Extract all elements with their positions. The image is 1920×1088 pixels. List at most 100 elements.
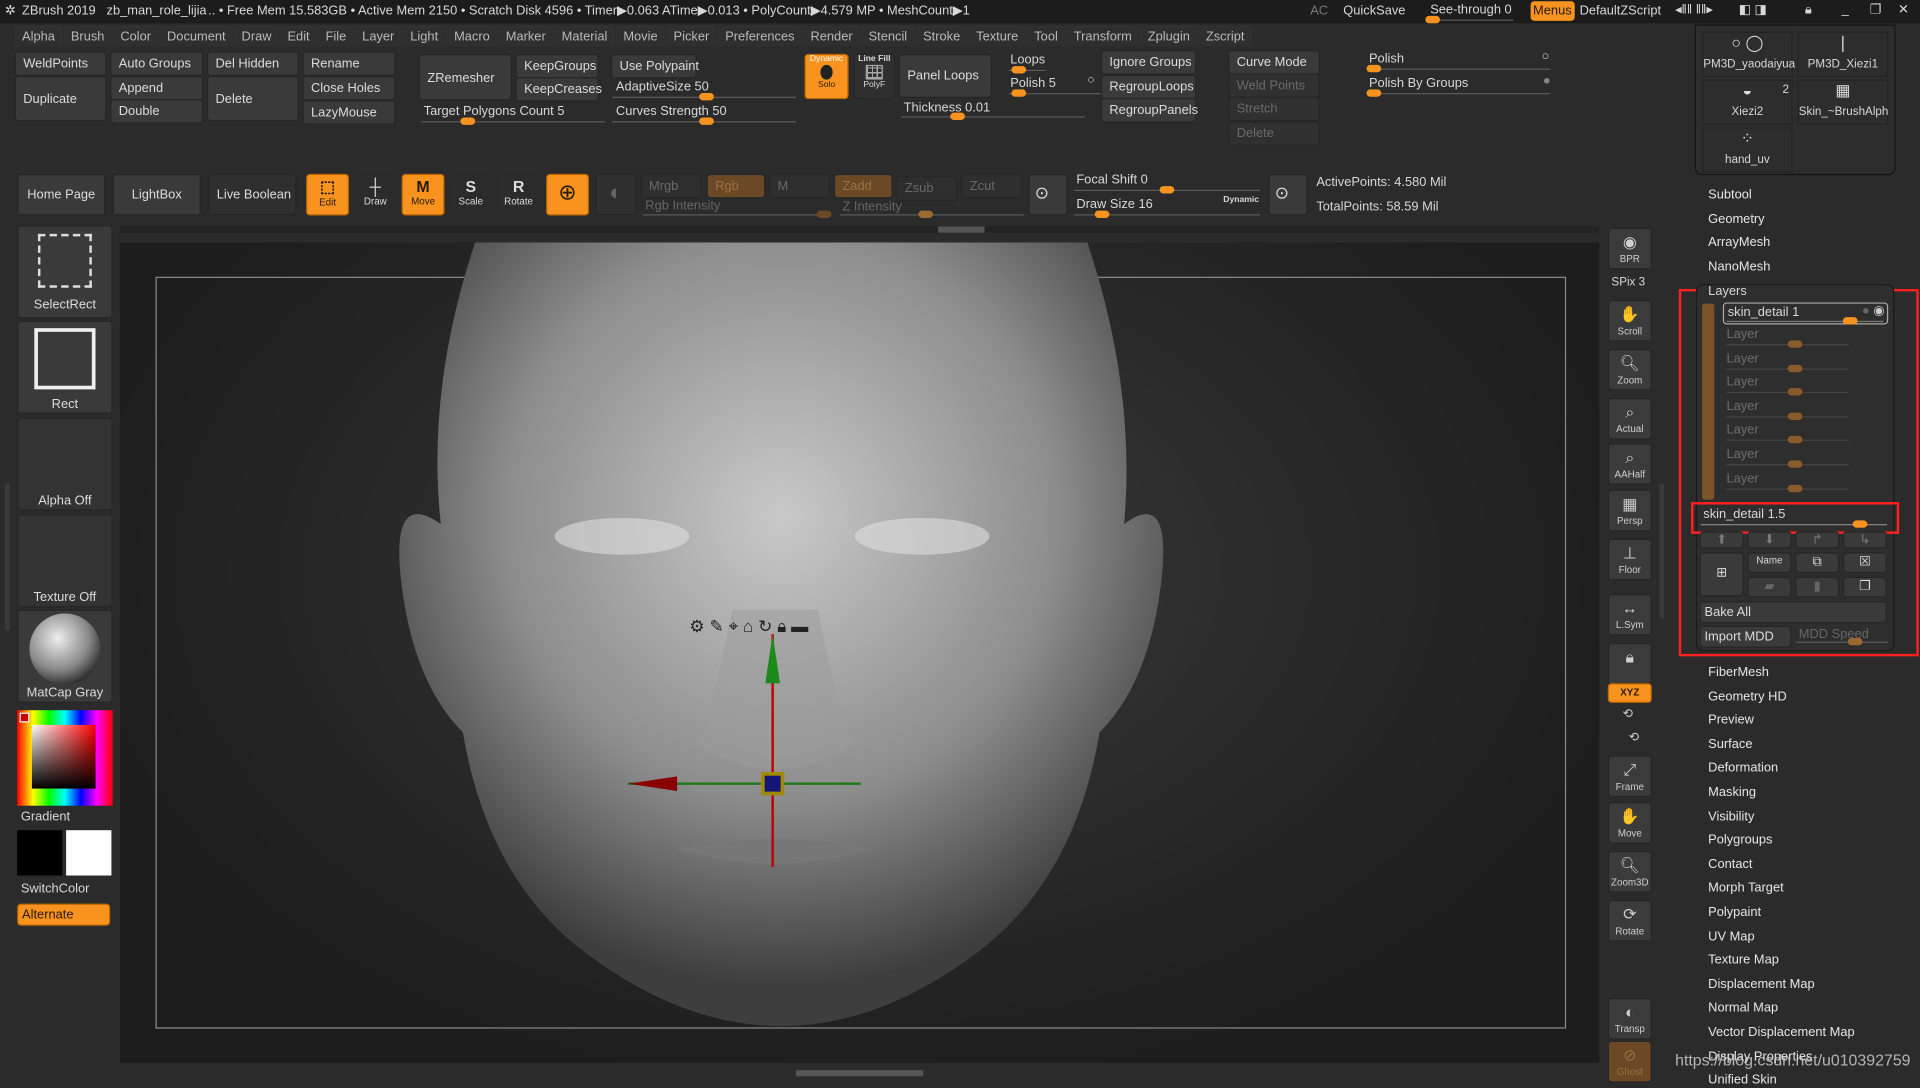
layer-strength-slider[interactable]: [1726, 340, 1849, 348]
lazymouse-button[interactable]: LazyMouse: [302, 100, 396, 125]
layer-forward-icon[interactable]: ↳: [1842, 531, 1887, 549]
live-boolean-button[interactable]: Live Boolean: [208, 173, 297, 216]
tool-menu-normal-map[interactable]: Normal Map: [1708, 1001, 1778, 1016]
regroup-loops-button[interactable]: RegroupLoops: [1100, 74, 1197, 100]
bottom-tray-handle[interactable]: [795, 1070, 924, 1077]
menu-tool[interactable]: Tool: [1026, 25, 1066, 47]
menu-stroke[interactable]: Stroke: [915, 25, 968, 47]
layer-strength-slider[interactable]: [1726, 388, 1849, 396]
layer-slot[interactable]: Layer: [1726, 375, 1886, 398]
aahalf-button[interactable]: ⌕ AAHalf: [1607, 443, 1652, 485]
tool-menu-contact[interactable]: Contact: [1708, 857, 1752, 872]
tool-menu-polypaint[interactable]: Polypaint: [1708, 905, 1761, 920]
floor-button[interactable]: ⊥ Floor: [1607, 538, 1652, 581]
menu-texture[interactable]: Texture: [968, 25, 1026, 47]
palette-shift-icon[interactable]: ◂‖‖ ‖‖▸: [1675, 2, 1713, 17]
menu-layer[interactable]: Layer: [354, 25, 402, 47]
curve-mode-button[interactable]: Curve Mode: [1228, 50, 1321, 75]
menu-light[interactable]: Light: [402, 25, 446, 47]
zsub-button[interactable]: Zsub: [896, 176, 958, 201]
tool-menu-unified-skin[interactable]: Unified Skin: [1708, 1073, 1777, 1088]
menu-material[interactable]: Material: [554, 25, 615, 47]
layer-strength-knob[interactable]: [1787, 340, 1803, 348]
layer-slot[interactable]: Layer: [1726, 423, 1886, 446]
texture-button[interactable]: Texture Off: [17, 514, 113, 608]
close-holes-button[interactable]: Close Holes: [302, 75, 396, 101]
menu-transform[interactable]: Transform: [1066, 25, 1140, 47]
duplicate-button[interactable]: Duplicate: [14, 75, 107, 122]
layer-active[interactable]: skin_detail 1 ● ◉: [1722, 302, 1889, 325]
menu-preferences[interactable]: Preferences: [717, 25, 802, 47]
layer-strength-knob[interactable]: [1787, 460, 1803, 468]
move-button[interactable]: M Move: [401, 173, 445, 216]
rename-button[interactable]: Rename: [302, 51, 396, 76]
lock-icon[interactable]: 🔒︎: [1805, 2, 1812, 18]
menu-zscript[interactable]: Zscript: [1198, 25, 1252, 47]
copy-layer-icon[interactable]: ❐: [1842, 576, 1887, 598]
menu-render[interactable]: Render: [803, 25, 860, 47]
tool-menu-nanomesh[interactable]: NanoMesh: [1708, 259, 1770, 274]
menu-alpha[interactable]: Alpha: [14, 25, 63, 47]
menu-brush[interactable]: Brush: [63, 25, 112, 47]
actual-button[interactable]: ⌕ Actual: [1607, 397, 1652, 440]
left-shelf-scrollbar[interactable]: [4, 483, 10, 631]
polyf-button[interactable]: Line Fill PolyF: [853, 53, 896, 100]
subtool-item[interactable]: ▦ Skin_~BrushAlph: [1797, 79, 1888, 125]
z-intensity-slider[interactable]: Z Intensity: [842, 200, 901, 215]
sculptris-icon[interactable]: ⊕: [546, 173, 589, 216]
layer-slot[interactable]: Layer: [1726, 471, 1886, 494]
zoom3d-button[interactable]: 🔍︎ Zoom3D: [1607, 851, 1652, 893]
tool-menu-geometry-hd[interactable]: Geometry HD: [1708, 689, 1787, 704]
head-model[interactable]: ⚙ ✎ ⌖ ⌂ ↻ 🔒︎ ▬: [120, 242, 1599, 1062]
tool-menu-geometry[interactable]: Geometry: [1708, 211, 1764, 226]
menu-color[interactable]: Color: [113, 25, 159, 47]
menu-macro[interactable]: Macro: [446, 25, 498, 47]
layer-strength-knob[interactable]: [1787, 364, 1803, 372]
menu-movie[interactable]: Movie: [615, 25, 665, 47]
layer-slot[interactable]: Layer: [1726, 447, 1886, 470]
close-icon[interactable]: ✕: [1898, 2, 1909, 17]
thickness-slider[interactable]: Thickness 0.01: [904, 100, 990, 115]
scale-button[interactable]: S Scale: [449, 173, 493, 216]
layer-slot[interactable]: Layer: [1726, 327, 1886, 350]
layer-strength-knob[interactable]: [1787, 436, 1803, 444]
home-page-button[interactable]: Home Page: [17, 173, 106, 216]
stretch-button[interactable]: Stretch: [1228, 96, 1321, 122]
layer-slot[interactable]: Layer: [1726, 399, 1886, 422]
layer-strength-knob[interactable]: [1787, 412, 1803, 420]
spix-slider[interactable]: SPix 3: [1611, 276, 1645, 289]
tool-menu-preview[interactable]: Preview: [1708, 713, 1754, 728]
layer-strength-knob[interactable]: [1787, 388, 1803, 396]
l-sym-button[interactable]: ↔ L.Sym: [1607, 593, 1652, 636]
keepgroups-button[interactable]: KeepGroups: [515, 53, 599, 79]
menu-stencil[interactable]: Stencil: [861, 25, 915, 47]
right-shelf-scrollbar[interactable]: [1659, 483, 1665, 619]
ignore-groups-button[interactable]: Ignore Groups: [1100, 50, 1197, 75]
tool-menu-displacement-map[interactable]: Displacement Map: [1708, 977, 1814, 992]
horizontal-scrollbar[interactable]: [120, 226, 1600, 233]
delete-curve-button[interactable]: Delete: [1228, 121, 1321, 146]
transp-button[interactable]: ◐ Transp: [1607, 997, 1652, 1040]
layout-icon[interactable]: ◧ ◨: [1739, 2, 1767, 17]
record-icon[interactable]: ●: [1862, 304, 1870, 319]
subtool-item[interactable]: ❘ PM3D_Xiezi1: [1797, 31, 1889, 78]
tool-menu-morph-target[interactable]: Morph Target: [1708, 881, 1784, 896]
duplicate-layer-icon[interactable]: ⧉: [1795, 552, 1840, 574]
double-button[interactable]: Double: [110, 99, 204, 124]
tool-menu-polygroups[interactable]: Polygroups: [1708, 833, 1772, 848]
tool-menu-deformation[interactable]: Deformation: [1708, 761, 1778, 776]
focal-shift-s-icon[interactable]: ⊙: [1028, 173, 1068, 216]
color-picker[interactable]: [17, 710, 113, 806]
alpha-button[interactable]: Alpha Off: [17, 417, 113, 511]
scroll-button[interactable]: ✋ Scroll: [1607, 300, 1652, 342]
bpr-button[interactable]: ◉ BPR: [1607, 227, 1652, 270]
menu-file[interactable]: File: [318, 25, 354, 47]
rotate-button[interactable]: ⟳ Rotate: [1607, 900, 1652, 942]
layer-strength-slider[interactable]: [1726, 460, 1849, 468]
move-layer-up-icon[interactable]: ⬆: [1699, 531, 1744, 549]
layer-strength-knob[interactable]: [1787, 484, 1803, 492]
layer-strength-slider[interactable]: [1726, 412, 1849, 420]
layer-name-button[interactable]: Name: [1747, 552, 1792, 574]
move-layer-down-icon[interactable]: ⬇: [1747, 531, 1792, 549]
tool-menu-surface[interactable]: Surface: [1708, 737, 1752, 752]
